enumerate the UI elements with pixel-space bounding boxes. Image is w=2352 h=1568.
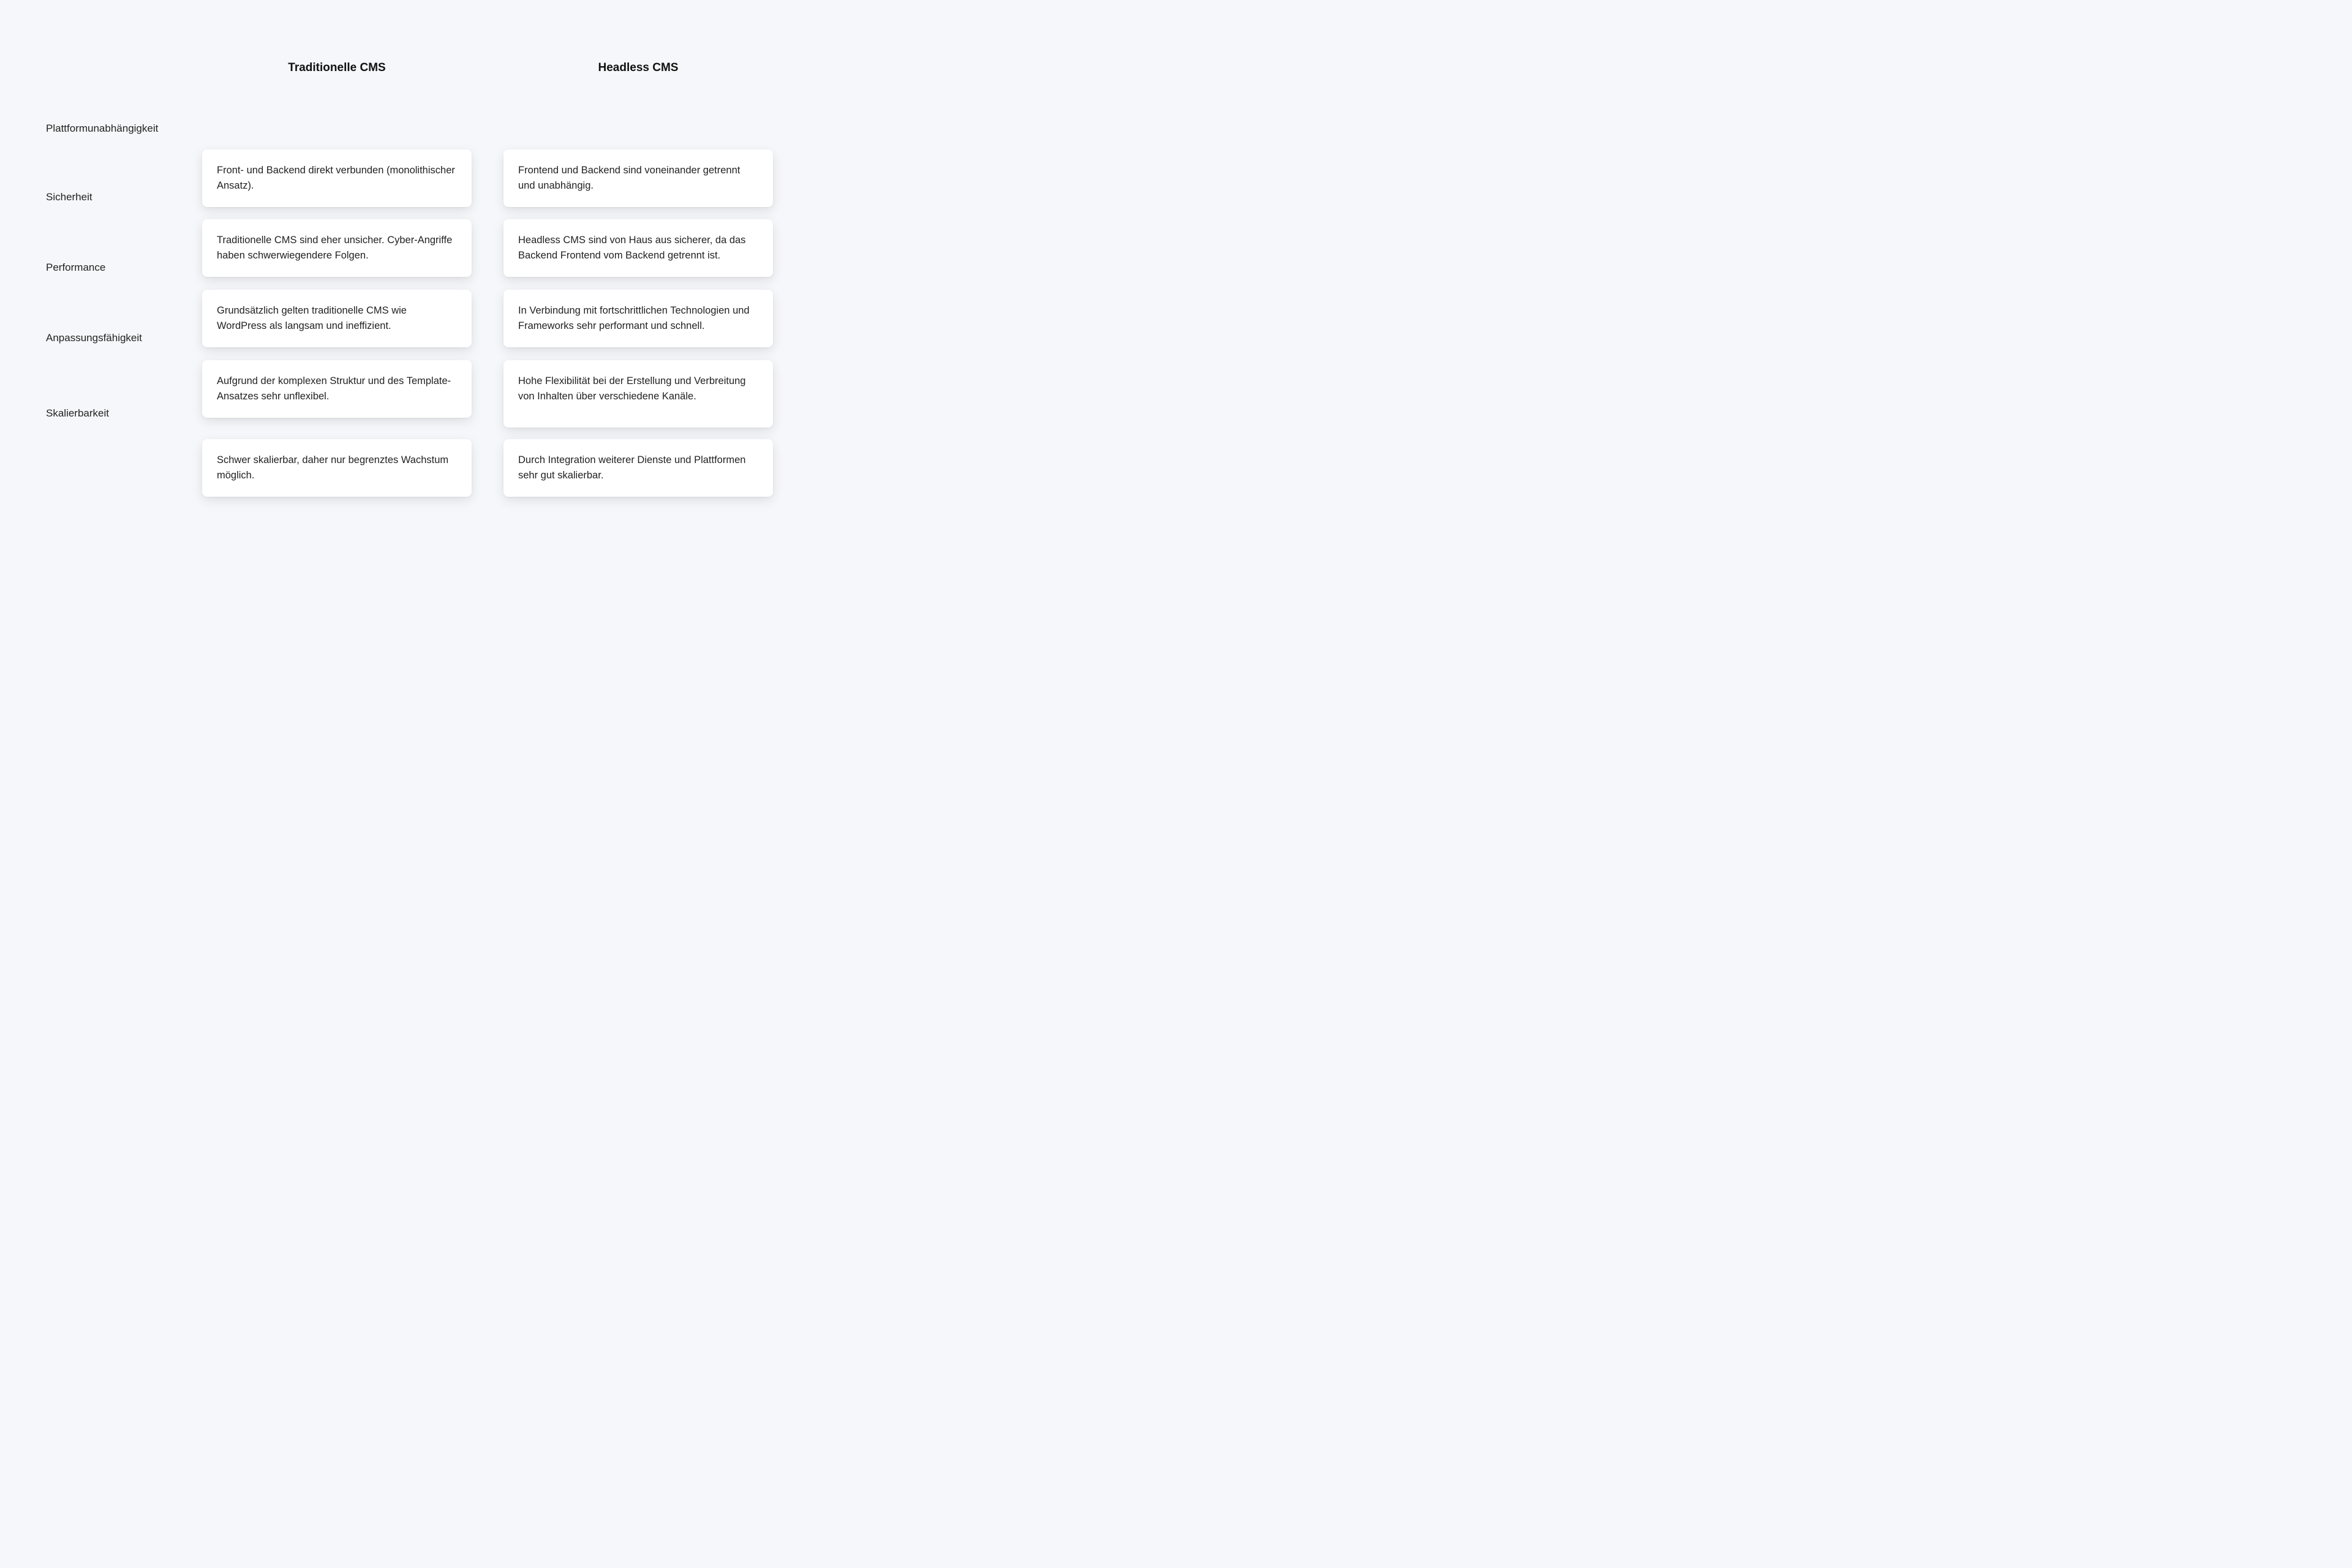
card-headless-security: Headless CMS sind von Haus aus sicherer,… [503,219,773,277]
column-header-traditional: Traditionelle CMS [202,61,472,75]
card-traditional-scalability: Schwer skalierbar, daher nur begrenztes … [202,439,472,497]
row-label-scalability: Skalierbarkeit [46,407,181,420]
row-label-performance: Performance [46,262,181,274]
comparison-table: Traditionelle CMS Headless CMS Plattform… [0,0,784,522]
row-label-platform: Plattformunabhängigkeit [46,123,181,135]
card-traditional-performance: Grundsätzlich gelten traditionelle CMS w… [202,290,472,347]
card-traditional-adaptability: Aufgrund der komplexen Struktur und des … [202,360,472,418]
card-headless-scalability: Durch Integration weiterer Dienste und P… [503,439,773,497]
card-headless-performance: In Verbindung mit fortschrittlichen Tech… [503,290,773,347]
card-traditional-security: Traditionelle CMS sind eher unsicher. Cy… [202,219,472,277]
column-header-headless: Headless CMS [503,61,773,75]
row-label-security: Sicherheit [46,191,181,203]
card-traditional-platform: Front- und Backend direkt verbunden (mon… [202,149,472,207]
row-label-adaptability: Anpassungsfähigkeit [46,332,181,344]
card-headless-platform: Frontend und Backend sind voneinander ge… [503,149,773,207]
card-headless-adaptability: Hohe Flexibilität bei der Erstellung und… [503,360,773,428]
